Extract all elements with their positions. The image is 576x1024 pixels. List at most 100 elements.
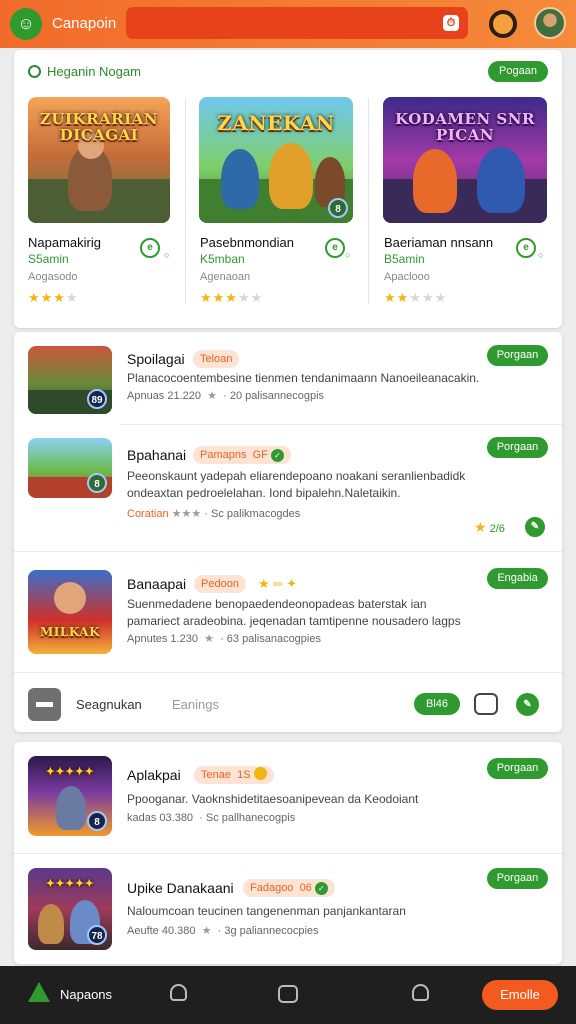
app-logo-icon[interactable]: ☺	[10, 8, 42, 40]
app-meta-secondary: Sc pallhanecogpis	[205, 812, 296, 824]
app-description: Ppooganar. Vaoknshidetitaesoanipevean da…	[127, 792, 419, 806]
install-button[interactable]: Porgaan	[487, 437, 548, 458]
game-badge-icon: 89	[87, 389, 107, 409]
app-meta-count: kadas 03.380	[127, 812, 194, 824]
featured-title[interactable]: Pasebnmondian	[200, 235, 294, 250]
featured-art-title: KODAMEN SNR PICAN	[395, 110, 535, 144]
app-meta: Apnutes 1.230 ★ · 63 palisanacogpies	[127, 633, 321, 645]
app-tag-label: Tenae	[201, 769, 231, 781]
app-thumbnail[interactable]: ✦✦✦✦✦ 8	[28, 756, 112, 836]
install-icon[interactable]: e	[140, 238, 160, 258]
toolbar-pill-button[interactable]: Bl46	[414, 693, 460, 715]
app-thumbnail[interactable]: ✦✦✦✦✦ 78	[28, 868, 112, 950]
app-meta-secondary: Sc palikmacogdes	[211, 508, 301, 520]
cta-button[interactable]: Emolle	[482, 980, 558, 1010]
featured-art-title: ZANEKAN	[217, 111, 335, 135]
app-art-mark: ✦✦✦✦✦	[45, 765, 95, 778]
profile-icon[interactable]	[170, 984, 187, 1001]
app-meta-count: Apnuas 21.220	[127, 390, 202, 402]
home-icon[interactable]	[28, 982, 50, 1002]
app-title[interactable]: Aplakpai	[127, 767, 181, 783]
app-thumbnail[interactable]: 89	[28, 346, 112, 414]
toolbar-label-secondary[interactable]: Eanings	[172, 697, 219, 712]
featured-title[interactable]: Baeriaman nnsann	[384, 235, 493, 250]
app-thumbnail[interactable]: 8	[28, 438, 112, 498]
notification-ring-icon[interactable]	[489, 10, 517, 38]
rating-stars: ★★★★★	[384, 290, 448, 305]
featured-heading-label: Heganin Nogam	[47, 64, 141, 79]
install-icon[interactable]: e	[516, 238, 536, 258]
gamepad-icon[interactable]	[474, 693, 498, 715]
install-button[interactable]: Porgaan	[487, 758, 548, 779]
featured-thumbnail[interactable]: KODAMEN SNR PICAN	[383, 97, 547, 223]
toolbar-label[interactable]: Seagnukan	[76, 697, 142, 712]
app-thumbnail[interactable]: MILKAK	[28, 570, 112, 654]
featured-subtitle: S5amin	[28, 252, 69, 266]
app-tag: Teloan	[193, 350, 240, 368]
top-bar: ☺ Canapoin ⏱	[0, 0, 576, 48]
verified-icon: ✓	[314, 882, 328, 895]
app-tag-label: Fadagoo	[250, 882, 294, 894]
game-badge-icon: 8	[87, 811, 107, 831]
featured-subtitle: B5amin	[384, 252, 425, 266]
install-button[interactable]: Porgaan	[487, 345, 548, 366]
app-description-line2: pamariect aradeobina. jeqenadan tamtipen…	[127, 614, 461, 628]
app-tag-extra: GF	[252, 449, 268, 461]
app-tag: Pamapns GF ✓	[193, 446, 291, 464]
nav-home-label[interactable]: Napaons	[60, 987, 112, 1002]
featured-title[interactable]: Napamakirig	[28, 235, 101, 250]
app-title[interactable]: Banaapai	[127, 576, 186, 592]
search-bar[interactable]: ⏱	[126, 7, 468, 39]
divider	[14, 853, 562, 854]
featured-thumbnail[interactable]: 8 ZANEKAN	[199, 97, 353, 223]
star-icon: ★	[207, 390, 218, 402]
app-title[interactable]: Spoilagai	[127, 351, 185, 367]
star-icon: ★	[204, 633, 214, 645]
avatar[interactable]	[534, 7, 566, 39]
star-icon: ★★★	[171, 508, 202, 520]
divider	[185, 98, 186, 304]
divider	[120, 424, 562, 425]
status-dot-icon: ○	[345, 250, 351, 260]
app-meta: Apnuas 21.220 ★ · 20 palisannecogpis	[127, 390, 325, 402]
featured-subtitle: K5mban	[200, 252, 245, 266]
app-meta: Coratian ★★★ · Sc palikmacogdes	[127, 508, 301, 520]
folder-icon[interactable]	[28, 688, 61, 721]
game-badge-icon: 8	[87, 473, 107, 493]
account-icon[interactable]	[412, 984, 429, 1001]
rating-stars: ★★★★★	[200, 290, 264, 305]
featured-thumbnail[interactable]: ZUIKRARIAN DICAGAI	[28, 97, 170, 223]
app-tag-extra: 1S	[237, 769, 251, 781]
app-tag: Fadagoo 06 ✓	[243, 879, 335, 897]
install-button[interactable]: Engabia	[487, 568, 548, 589]
app-meta: Aeufte 40.380 ★ · 3g paliannecocpies	[127, 925, 319, 937]
square-icon[interactable]	[278, 985, 298, 1003]
app-title[interactable]: Upike Danakaani	[127, 880, 234, 896]
coin-icon	[253, 767, 267, 780]
app-art-mark: ✦✦✦✦✦	[45, 877, 95, 890]
app-tag: Pedoon	[194, 575, 246, 593]
app-tag-label: Pamapns	[200, 449, 247, 461]
app-art-title: MILKAK	[39, 625, 101, 639]
app-description: Peeonskaunt yadepah eliarendepoano noaka…	[127, 469, 466, 483]
search-icon	[28, 65, 41, 78]
featured-action-button[interactable]: Pogaan	[488, 61, 548, 82]
app-description-line2: ondeaxtan pedroelelahan. Iond bipalehn.N…	[127, 486, 401, 500]
app-name: Canapoin	[52, 15, 117, 32]
edit-icon[interactable]: ✎	[525, 517, 545, 537]
app-title[interactable]: Bpahanai	[127, 447, 186, 463]
search-icon[interactable]: ⏱	[443, 15, 459, 31]
install-icon[interactable]: e	[325, 238, 345, 258]
app-meta-count: Coratian	[127, 508, 169, 520]
game-badge-icon: 78	[87, 925, 107, 945]
game-badge-icon: 8	[328, 198, 348, 218]
app-meta-count: Apnutes 1.230	[127, 633, 198, 645]
edit-icon[interactable]: ✎	[516, 693, 539, 716]
app-meta-secondary: 3g paliannecocpies	[224, 925, 319, 937]
tag-icons: ★ ═ ✦	[258, 576, 297, 591]
install-button[interactable]: Porgaan	[487, 868, 548, 889]
divider	[14, 551, 562, 552]
app-description: Suenmedadene benopaedendeonopadeas bater…	[127, 597, 427, 611]
app-meta-secondary: 63 palisanacogpies	[226, 633, 321, 645]
app-meta-count: Aeufte 40.380	[127, 925, 196, 937]
